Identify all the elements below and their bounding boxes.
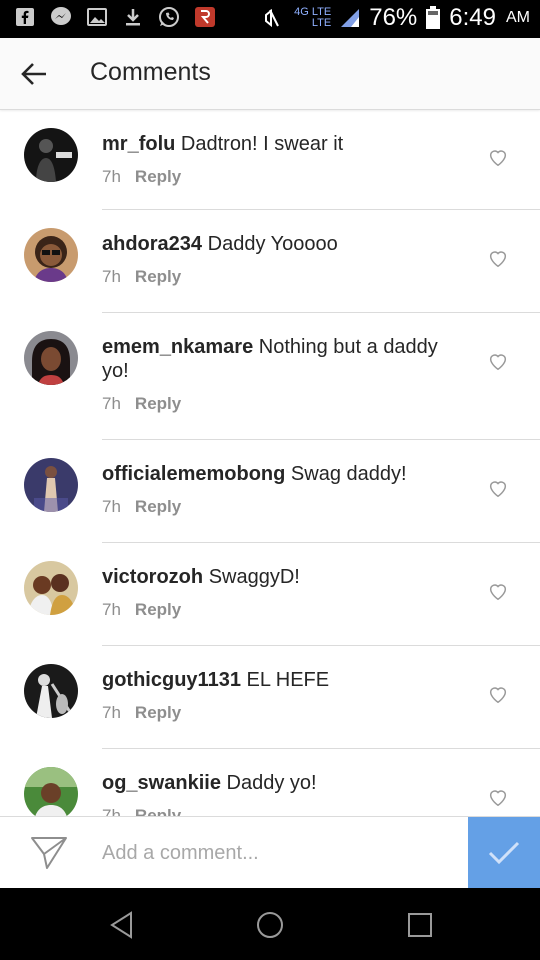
comment-item: og_swankiie Daddy yo! 7h Reply	[0, 749, 540, 816]
comment-time: 7h	[102, 497, 121, 516]
comment-meta: 7h Reply	[102, 600, 181, 620]
reply-button[interactable]: Reply	[135, 167, 181, 187]
whatsapp-icon	[158, 6, 180, 28]
network-type-sub: LTE	[311, 17, 332, 29]
battery-icon	[426, 6, 441, 29]
avatar[interactable]	[24, 561, 78, 615]
messenger-icon	[50, 6, 72, 28]
comment-time: 7h	[102, 703, 121, 722]
comment-body: EL HEFE	[246, 669, 330, 691]
avatar[interactable]	[24, 331, 78, 385]
nav-back-icon[interactable]	[107, 910, 137, 940]
comment-meta: 7h Reply	[102, 267, 181, 287]
avatar[interactable]	[24, 664, 78, 718]
comment-username[interactable]: emem_nkamare	[102, 336, 253, 358]
status-bar: 4G LTE LTE 76% 6:49 AM	[0, 0, 540, 38]
clock-ampm: AM	[506, 9, 530, 26]
battery-percent: 76%	[369, 4, 418, 31]
comment-meta: 7h Reply	[102, 167, 181, 187]
comment-meta: 7h Reply	[102, 394, 181, 414]
clock-time: 6:49	[449, 4, 496, 31]
like-heart-icon[interactable]	[487, 146, 509, 168]
comment-time: 7h	[102, 267, 121, 286]
comment-meta: 7h Reply	[102, 806, 181, 816]
app-notification-icon	[194, 6, 216, 28]
comment-item: ahdora234 Daddy Yooooo 7h Reply	[0, 210, 540, 313]
back-button[interactable]	[18, 58, 50, 90]
comment-list: mr_folu Dadtron! I swear it 7h Reply ahd…	[0, 110, 540, 816]
comment-text: ahdora234 Daddy Yooooo	[102, 232, 462, 256]
comment-username[interactable]: mr_folu	[102, 133, 175, 155]
comment-item: emem_nkamare Nothing but a daddy yo! 7h …	[0, 313, 540, 440]
download-icon	[122, 6, 144, 28]
system-status: 4G LTE LTE 76% 6:49 AM	[262, 4, 530, 32]
reply-button[interactable]: Reply	[135, 267, 181, 287]
gallery-icon	[86, 6, 108, 28]
comment-meta: 7h Reply	[102, 703, 181, 723]
comment-username[interactable]: victorozoh	[102, 566, 203, 588]
checkmark-icon	[488, 841, 520, 865]
comment-item: gothicguy1131 EL HEFE 7h Reply	[0, 646, 540, 749]
comment-meta: 7h Reply	[102, 497, 181, 517]
comment-time: 7h	[102, 600, 121, 619]
comment-body: Daddy Yooooo	[207, 233, 338, 255]
avatar[interactable]	[24, 128, 78, 182]
comment-text: mr_folu Dadtron! I swear it	[102, 132, 462, 156]
comment-text: victorozoh SwaggyD!	[102, 565, 462, 589]
comment-body: SwaggyD!	[208, 566, 300, 588]
page-title: Comments	[90, 58, 211, 86]
comment-text: og_swankiie Daddy yo!	[102, 771, 462, 795]
comment-username[interactable]: ahdora234	[102, 233, 202, 255]
comment-time: 7h	[102, 806, 121, 816]
comment-composer	[0, 816, 540, 889]
direct-send-icon[interactable]	[30, 835, 68, 871]
reply-button[interactable]: Reply	[135, 497, 181, 517]
comment-time: 7h	[102, 394, 121, 413]
nav-recents-icon[interactable]	[405, 910, 435, 940]
avatar[interactable]	[24, 767, 78, 816]
reply-button[interactable]: Reply	[135, 600, 181, 620]
like-heart-icon[interactable]	[487, 683, 509, 705]
like-heart-icon[interactable]	[487, 350, 509, 372]
like-heart-icon[interactable]	[487, 786, 509, 808]
comment-input[interactable]	[102, 835, 452, 871]
avatar[interactable]	[24, 458, 78, 512]
comment-item: mr_folu Dadtron! I swear it 7h Reply	[0, 110, 540, 210]
avatar[interactable]	[24, 228, 78, 282]
post-comment-button[interactable]	[468, 817, 540, 889]
like-heart-icon[interactable]	[487, 477, 509, 499]
facebook-icon	[14, 6, 36, 28]
comment-text: gothicguy1131 EL HEFE	[102, 668, 462, 692]
notification-icons	[14, 6, 216, 28]
reply-button[interactable]: Reply	[135, 806, 181, 816]
reply-button[interactable]: Reply	[135, 703, 181, 723]
comment-username[interactable]: gothicguy1131	[102, 669, 241, 691]
like-heart-icon[interactable]	[487, 247, 509, 269]
comment-text: emem_nkamare Nothing but a daddy yo!	[102, 335, 462, 383]
comment-body: Swag daddy!	[290, 463, 407, 485]
comment-time: 7h	[102, 167, 121, 186]
signal-icon	[341, 9, 360, 27]
reply-button[interactable]: Reply	[135, 394, 181, 414]
comment-text: officialememobong Swag daddy!	[102, 462, 462, 486]
mute-icon	[265, 8, 280, 28]
comment-username[interactable]: og_swankiie	[102, 772, 221, 794]
comment-item: officialememobong Swag daddy! 7h Reply	[0, 440, 540, 543]
like-heart-icon[interactable]	[487, 580, 509, 602]
comment-body: Daddy yo!	[226, 772, 317, 794]
system-nav-bar	[0, 888, 540, 960]
back-arrow-icon	[21, 63, 46, 85]
comment-body: Dadtron! I swear it	[180, 133, 344, 155]
nav-home-icon[interactable]	[255, 910, 285, 940]
comment-username[interactable]: officialememobong	[102, 463, 285, 485]
comment-item: victorozoh SwaggyD! 7h Reply	[0, 543, 540, 646]
app-header: Comments	[0, 38, 540, 110]
